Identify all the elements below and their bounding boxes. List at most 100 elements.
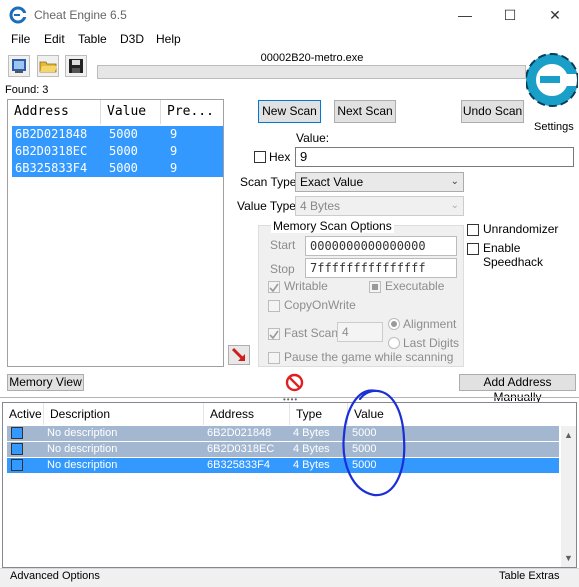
row-type: 4 Bytes — [293, 427, 330, 439]
table-row[interactable]: No description 6B325833F4 4 Bytes 5000 — [7, 458, 559, 473]
window-title: Cheat Engine 6.5 — [34, 8, 127, 22]
next-scan-button[interactable]: Next Scan — [334, 100, 396, 123]
row-description: No description — [47, 427, 118, 439]
column-header-value[interactable]: Value — [101, 100, 161, 124]
enable-speedhack-checkbox[interactable] — [467, 243, 479, 255]
executable-label: Executable — [385, 279, 445, 293]
advanced-options-link[interactable]: Advanced Options — [10, 570, 100, 582]
row-address: 6B2D021848 — [207, 427, 272, 439]
result-value: 5000 — [109, 127, 138, 141]
minimize-icon[interactable]: — — [447, 4, 483, 26]
start-address-input[interactable]: 0000000000000000 — [305, 236, 457, 256]
unrandomizer-label: Unrandomizer — [483, 222, 559, 236]
scroll-down-icon[interactable]: ▼ — [564, 553, 573, 563]
value-type-select[interactable]: 4 Bytes ⌄ — [295, 196, 464, 216]
column-header-previous[interactable]: Pre... — [161, 100, 223, 124]
result-row[interactable]: 6B2D0318EC 5000 9 — [12, 143, 223, 160]
start-label: Start — [270, 238, 296, 252]
annotation-circle — [342, 389, 406, 497]
scroll-up-icon[interactable]: ▲ — [564, 430, 573, 440]
row-description: No description — [47, 443, 118, 455]
fast-scan-checkbox[interactable] — [268, 328, 280, 340]
table-row[interactable]: No description 6B2D0318EC 4 Bytes 5000 — [7, 442, 559, 457]
menu-d3d[interactable]: D3D — [120, 32, 144, 46]
fast-scan-input[interactable]: 4 — [337, 322, 383, 342]
result-value: 5000 — [109, 144, 138, 158]
active-checkbox[interactable] — [11, 427, 23, 439]
stop-label: Stop — [270, 262, 295, 276]
alignment-label: Alignment — [403, 317, 457, 331]
column-header-address[interactable]: Address — [8, 100, 101, 124]
value-label: Value: — [296, 131, 330, 145]
vertical-scrollbar[interactable]: ▲ ▼ — [561, 426, 576, 567]
menu-help[interactable]: Help — [156, 32, 181, 46]
scan-type-value: Exact Value — [300, 175, 364, 189]
active-checkbox[interactable] — [11, 459, 23, 471]
process-name: 00002B20-metro.exe — [260, 52, 364, 64]
found-results-list[interactable]: Address Value Pre... 6B2D021848 5000 9 6… — [7, 99, 224, 367]
found-count: Found: 3 — [5, 84, 49, 96]
menu-file[interactable]: File — [11, 32, 30, 46]
settings-label[interactable]: Settings — [534, 121, 574, 133]
cheat-engine-logo[interactable] — [525, 50, 579, 122]
row-type: 4 Bytes — [293, 443, 330, 455]
last-digits-radio[interactable] — [388, 337, 400, 349]
row-type: 4 Bytes — [293, 459, 330, 471]
pause-game-label: Pause the game while scanning — [284, 350, 454, 364]
menu-table[interactable]: Table — [78, 32, 107, 46]
maximize-icon[interactable]: ☐ — [492, 4, 528, 26]
result-previous: 9 — [170, 144, 178, 158]
chevron-down-icon: ⌄ — [450, 176, 459, 187]
save-icon[interactable] — [65, 55, 87, 77]
value-type-value: 4 Bytes — [300, 199, 341, 213]
pause-game-checkbox[interactable] — [268, 352, 280, 364]
executable-checkbox[interactable] — [369, 281, 381, 293]
active-checkbox[interactable] — [11, 443, 23, 455]
open-process-icon[interactable] — [8, 55, 30, 77]
scan-type-label: Scan Type — [240, 175, 297, 189]
row-address: 6B2D0318EC — [207, 443, 275, 455]
result-previous: 9 — [170, 127, 178, 141]
close-icon[interactable]: ✕ — [537, 4, 573, 26]
result-address: 6B2D021848 — [15, 127, 88, 141]
menu-edit[interactable]: Edit — [44, 32, 65, 46]
scan-type-select[interactable]: Exact Value ⌄ — [295, 172, 464, 192]
result-row[interactable]: 6B325833F4 5000 9 — [12, 160, 223, 177]
fast-scan-label: Fast Scan — [284, 326, 339, 340]
new-scan-button[interactable]: New Scan — [258, 100, 321, 123]
writable-checkbox[interactable] — [268, 281, 280, 293]
cheat-engine-icon — [9, 6, 27, 24]
copy-on-write-checkbox[interactable] — [268, 300, 280, 312]
scan-progress-bar — [97, 65, 526, 79]
row-description: No description — [47, 459, 118, 471]
last-digits-label: Last Digits — [403, 336, 460, 350]
writable-label: Writable — [284, 279, 328, 293]
unrandomizer-checkbox[interactable] — [467, 224, 479, 236]
add-to-list-arrow-icon[interactable] — [228, 345, 250, 365]
value-type-label: Value Type — [237, 199, 296, 213]
result-value: 5000 — [109, 161, 138, 175]
column-header-address[interactable]: Address — [204, 403, 290, 425]
hex-checkbox[interactable] — [254, 151, 266, 163]
row-address: 6B325833F4 — [207, 459, 270, 471]
stop-address-input[interactable]: 7fffffffffffffff — [305, 258, 457, 278]
undo-scan-button[interactable]: Undo Scan — [461, 100, 524, 123]
result-address: 6B2D0318EC — [15, 144, 88, 158]
column-header-active[interactable]: Active — [3, 403, 44, 425]
table-row[interactable]: No description 6B2D021848 4 Bytes 5000 — [7, 426, 559, 441]
copy-on-write-label: CopyOnWrite — [284, 298, 356, 312]
memory-view-button[interactable]: Memory View — [7, 374, 84, 391]
open-file-icon[interactable] — [37, 55, 59, 77]
hex-label: Hex — [269, 150, 291, 164]
add-address-manually-button[interactable]: Add Address Manually — [459, 374, 576, 404]
stop-icon[interactable] — [285, 373, 304, 392]
result-row[interactable]: 6B2D021848 5000 9 — [12, 126, 223, 143]
value-input[interactable]: 9 — [295, 147, 574, 167]
enable-speedhack-label: Enable Speedhack — [483, 241, 544, 269]
table-extras-link[interactable]: Table Extras — [499, 570, 560, 582]
alignment-radio[interactable] — [388, 318, 400, 330]
result-previous: 9 — [170, 161, 178, 175]
chevron-down-icon: ⌄ — [450, 200, 459, 211]
result-address: 6B325833F4 — [15, 161, 88, 175]
column-header-description[interactable]: Description — [44, 403, 204, 425]
